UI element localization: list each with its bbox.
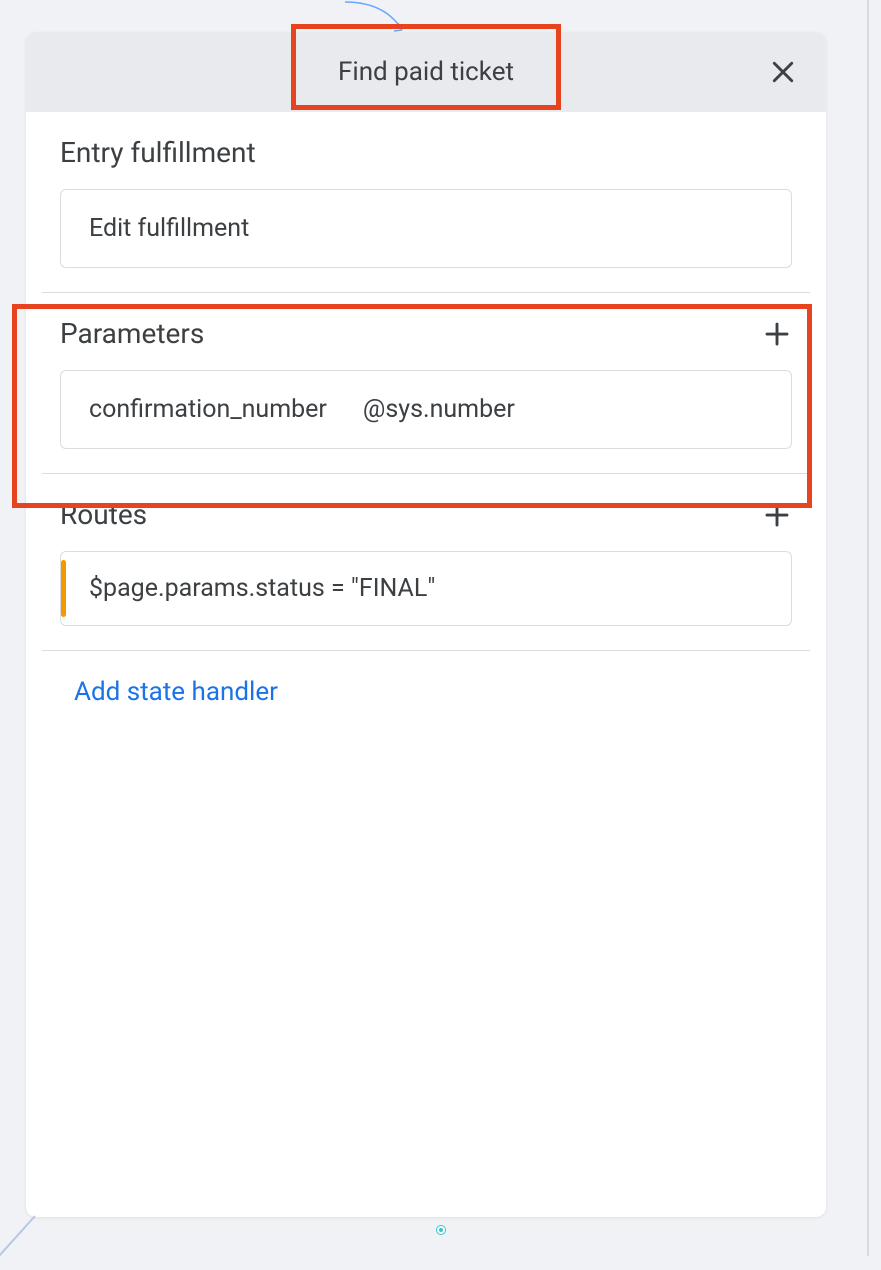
add-route-button[interactable] (762, 500, 792, 530)
add-parameter-button[interactable] (762, 319, 792, 349)
parameters-section: Parameters confirmation_number @sys.numb… (60, 293, 792, 473)
panel-title: Find paid ticket (338, 57, 514, 87)
parameter-name: confirmation_number (89, 395, 327, 424)
entry-fulfillment-section: Entry fulfillment Edit fulfillment (60, 112, 792, 292)
edit-fulfillment-button[interactable]: Edit fulfillment (60, 189, 792, 268)
bottom-connector-dot (437, 1226, 445, 1234)
plus-icon (762, 500, 792, 530)
divider (42, 650, 810, 651)
parameters-title-text: Parameters (60, 317, 204, 350)
close-icon (768, 57, 798, 87)
route-row[interactable]: $page.params.status = "FINAL" (60, 551, 792, 626)
routes-title: Routes (60, 498, 792, 531)
entry-fulfillment-title: Entry fulfillment (60, 136, 792, 169)
route-condition: $page.params.status = "FINAL" (89, 574, 435, 603)
right-edge-divider (867, 0, 869, 1256)
route-marker (61, 560, 66, 617)
close-button[interactable] (768, 57, 798, 87)
add-state-handler-link[interactable]: Add state handler (74, 677, 278, 707)
routes-section: Routes $page.params.status = "FINAL" (60, 474, 792, 650)
panel-header: Find paid ticket (26, 32, 826, 112)
page-editor-panel: Find paid ticket Entry fulfillment Edit … (26, 32, 826, 1217)
parameter-row[interactable]: confirmation_number @sys.number (60, 370, 792, 449)
incoming-arrow (340, 0, 420, 36)
plus-icon (762, 319, 792, 349)
parameter-type: @sys.number (363, 395, 515, 424)
routes-title-text: Routes (60, 498, 147, 531)
panel-body: Entry fulfillment Edit fulfillment Param… (26, 112, 826, 1217)
parameters-title: Parameters (60, 317, 792, 350)
